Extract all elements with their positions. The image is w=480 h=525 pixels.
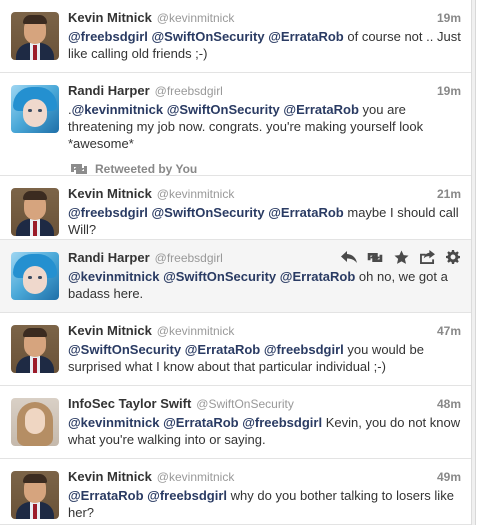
tweet[interactable]: Kevin Mitnick @kevinmitnick 49m @ErrataR… — [0, 459, 475, 525]
tweet-timestamp[interactable]: 19m — [437, 84, 461, 98]
avatar[interactable] — [11, 188, 59, 236]
tweet-text: .@kevinmitnick @SwiftOnSecurity @ErrataR… — [68, 102, 424, 151]
mention-link[interactable]: @ErrataRob — [268, 29, 344, 44]
mention-link[interactable]: @SwiftOnSecurity — [152, 29, 265, 44]
mention-link[interactable]: @freebsdgirl — [264, 342, 344, 357]
tweet-text: @kevinmitnick @SwiftOnSecurity @ErrataRo… — [68, 269, 448, 301]
mention-link[interactable]: @SwiftOnSecurity — [163, 269, 276, 284]
avatar[interactable] — [11, 471, 59, 519]
mention-link[interactable]: @freebsdgirl — [68, 29, 148, 44]
tweet[interactable]: Randi Harper @freebsdgirl @kevinmitnick … — [0, 240, 475, 313]
tweet-text: @freebsdgirl @SwiftOnSecurity @ErrataRob… — [68, 29, 461, 61]
tweet-timeline: Kevin Mitnick @kevinmitnick 19m @freebsd… — [0, 0, 476, 525]
author-name[interactable]: Kevin Mitnick — [68, 186, 152, 201]
mention-link[interactable]: @ErrataRob — [280, 269, 356, 284]
author-name[interactable]: Kevin Mitnick — [68, 323, 152, 338]
mention-link[interactable]: @freebsdgirl — [242, 415, 322, 430]
tweet-text: @kevinmitnick @ErrataRob @freebsdgirl Ke… — [68, 415, 461, 447]
avatar[interactable] — [11, 325, 59, 373]
author-name[interactable]: Randi Harper — [68, 250, 150, 265]
tweet[interactable]: Randi Harper @freebsdgirl 19m .@kevinmit… — [0, 73, 475, 176]
tweet-text: @ErrataRob @freebsdgirl why do you bothe… — [68, 488, 454, 520]
reply-icon[interactable] — [339, 248, 359, 266]
mention-link[interactable]: @ErrataRob — [268, 205, 344, 220]
author-name[interactable]: Randi Harper — [68, 83, 150, 98]
retweeted-label: Retweeted by You — [95, 162, 198, 176]
avatar[interactable] — [11, 85, 59, 133]
share-icon[interactable] — [417, 248, 437, 266]
favorite-icon[interactable] — [391, 248, 411, 266]
avatar[interactable] — [11, 252, 59, 300]
tweet[interactable]: Kevin Mitnick @kevinmitnick 19m @freebsd… — [0, 0, 475, 73]
mention-link[interactable]: @kevinmitnick — [72, 102, 163, 117]
avatar[interactable] — [11, 398, 59, 446]
avatar[interactable] — [11, 12, 59, 60]
author-handle[interactable]: @freebsdgirl — [155, 84, 223, 98]
scrollbar[interactable] — [471, 0, 475, 525]
retweet-icon[interactable] — [365, 248, 385, 266]
mention-link[interactable]: @freebsdgirl — [68, 205, 148, 220]
mention-link[interactable]: @SwiftOnSecurity — [167, 102, 280, 117]
retweet-icon — [71, 164, 87, 174]
mention-link[interactable]: @freebsdgirl — [147, 488, 227, 503]
mention-link[interactable]: @ErrataRob — [185, 342, 261, 357]
tweet-timestamp[interactable]: 48m — [437, 397, 461, 411]
mention-link[interactable]: @ErrataRob — [68, 488, 144, 503]
author-name[interactable]: Kevin Mitnick — [68, 469, 152, 484]
author-handle[interactable]: @kevinmitnick — [157, 11, 235, 25]
tweet-text: @freebsdgirl @SwiftOnSecurity @ErrataRob… — [68, 205, 459, 237]
author-handle[interactable]: @kevinmitnick — [157, 470, 235, 484]
author-handle[interactable]: @freebsdgirl — [155, 251, 223, 265]
tweet-text: @SwiftOnSecurity @ErrataRob @freebsdgirl… — [68, 342, 424, 374]
tweet-timestamp[interactable]: 19m — [437, 11, 461, 25]
author-name[interactable]: InfoSec Taylor Swift — [68, 396, 191, 411]
tweet[interactable]: InfoSec Taylor Swift @SwiftOnSecurity 48… — [0, 386, 475, 459]
author-name[interactable]: Kevin Mitnick — [68, 10, 152, 25]
mention-link[interactable]: @SwiftOnSecurity — [68, 342, 181, 357]
tweet-timestamp[interactable]: 47m — [437, 324, 461, 338]
more-icon[interactable] — [443, 248, 463, 266]
mention-link[interactable]: @SwiftOnSecurity — [152, 205, 265, 220]
tweet-timestamp[interactable]: 21m — [437, 187, 461, 201]
tweet-actions — [339, 248, 463, 266]
mention-link[interactable]: @kevinmitnick — [68, 415, 159, 430]
mention-link[interactable]: @kevinmitnick — [68, 269, 159, 284]
author-handle[interactable]: @kevinmitnick — [157, 187, 235, 201]
author-handle[interactable]: @kevinmitnick — [157, 324, 235, 338]
retweeted-indicator: Retweeted by You — [68, 161, 461, 177]
mention-link[interactable]: @ErrataRob — [283, 102, 359, 117]
author-handle[interactable]: @SwiftOnSecurity — [196, 397, 294, 411]
mention-link[interactable]: @ErrataRob — [163, 415, 239, 430]
tweet[interactable]: Kevin Mitnick @kevinmitnick 21m @freebsd… — [0, 176, 475, 240]
tweet[interactable]: Kevin Mitnick @kevinmitnick 47m @SwiftOn… — [0, 313, 475, 386]
tweet-timestamp[interactable]: 49m — [437, 470, 461, 484]
